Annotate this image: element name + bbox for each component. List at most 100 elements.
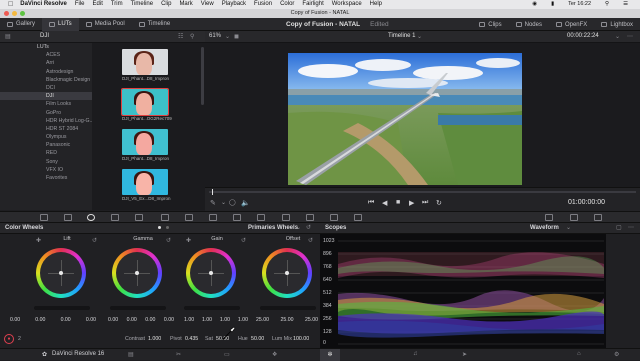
minimize-window-button[interactable] — [12, 11, 17, 16]
gain-reset-icon[interactable]: ↺ — [241, 237, 246, 244]
pen-dropdown-icon[interactable]: ⌄ — [221, 199, 226, 206]
cut-page-icon[interactable]: ✂ — [176, 351, 181, 358]
offset-b-value[interactable]: 25.00 — [305, 317, 318, 323]
rgb-mixer-icon[interactable] — [111, 214, 119, 221]
lut-tree-item[interactable]: Astrodesign — [0, 68, 92, 76]
menu-mark[interactable]: Mark — [179, 0, 192, 9]
gain-b-value[interactable]: 1.00 — [238, 317, 248, 323]
lut-thumbnail[interactable]: DJI_V5_Ex...D8_Impron — [122, 169, 171, 201]
tab-gallery[interactable]: Gallery — [0, 18, 42, 31]
menu-timeline[interactable]: Timeline — [131, 0, 153, 9]
zoom-window-button[interactable] — [20, 11, 25, 16]
info-icon[interactable] — [570, 214, 578, 221]
tab-media-pool[interactable]: Media Pool — [79, 18, 132, 31]
lut-thumbnail[interactable]: DJI_Phant...D8_Impron — [122, 49, 169, 81]
offset-g-value[interactable]: 25.00 — [281, 317, 294, 323]
fusion-page-icon[interactable]: ❖ — [272, 351, 277, 358]
gain-master-slider[interactable] — [184, 306, 240, 310]
color-wheels-icon[interactable] — [87, 214, 95, 221]
gamma-b-value[interactable]: 0.00 — [164, 317, 174, 323]
lift-reset-icon[interactable]: ↺ — [92, 237, 97, 244]
hue-value[interactable]: 50.00 — [251, 336, 264, 342]
play-icon[interactable]: ▶ — [409, 199, 414, 207]
color-page-icon[interactable]: ✼ — [320, 349, 340, 361]
tab-openfx[interactable]: OpenFX — [549, 18, 594, 31]
blur-icon[interactable] — [282, 214, 290, 221]
menu-workspace[interactable]: Workspace — [332, 0, 362, 9]
lut-tree-item[interactable]: Sony — [0, 158, 92, 166]
offset-master-slider[interactable] — [260, 306, 316, 310]
timeline-name[interactable]: Timeline 1 — [388, 33, 415, 39]
menu-fusion[interactable]: Fusion — [254, 0, 272, 9]
lut-tree-item[interactable]: HDR Hybrid Log-G... — [0, 117, 94, 125]
page-dot-icon[interactable] — [166, 226, 169, 229]
gamma-master-slider[interactable] — [110, 306, 166, 310]
timeline-chevron-down-icon[interactable]: ⌄ — [417, 33, 422, 40]
more-options-icon[interactable]: ⋯ — [627, 33, 633, 40]
lift-y-value[interactable]: 0.00 — [10, 317, 20, 323]
lut-tree-root[interactable]: LUTs — [0, 43, 92, 51]
stop-icon[interactable]: ■ — [396, 199, 400, 206]
search-icon[interactable]: ⚲ — [605, 0, 609, 9]
apple-icon[interactable]:  — [8, 0, 13, 9]
viewer-options-icon[interactable]: ◼ — [234, 33, 239, 40]
menu-clip[interactable]: Clip — [161, 0, 171, 9]
zoom-level[interactable]: 61% — [209, 33, 221, 39]
edit-page-icon[interactable]: ▭ — [224, 351, 230, 358]
audio-icon[interactable]: 🔈 — [241, 199, 250, 207]
sizing-icon[interactable] — [330, 214, 338, 221]
motion-effects-icon[interactable] — [135, 214, 143, 221]
scope-type-select[interactable]: Waveform — [530, 225, 559, 231]
skip-to-end-icon[interactable]: ⏭ — [422, 199, 428, 207]
offset-r-value[interactable]: 25.00 — [256, 317, 269, 323]
menu-color[interactable]: Color — [280, 0, 294, 9]
project-settings-icon[interactable]: ⚙ — [614, 351, 619, 358]
tab-timeline[interactable]: Timeline — [132, 18, 177, 31]
page-dot-icon[interactable] — [158, 226, 161, 229]
menu-playback[interactable]: Playback — [222, 0, 246, 9]
scope-chevron-down-icon[interactable]: ⌄ — [566, 224, 571, 231]
pivot-value[interactable]: 0.435 — [185, 336, 198, 342]
menu-list-icon[interactable]: ☰ — [623, 0, 628, 9]
key-icon[interactable] — [306, 214, 314, 221]
gain-y-value[interactable]: 1.00 — [184, 317, 194, 323]
media-page-icon[interactable]: ▤ — [128, 351, 134, 358]
lut-thumbnail[interactable]: DJI_Phant...D8_Impron — [122, 129, 169, 161]
tab-luts[interactable]: LUTs — [42, 17, 79, 31]
play-reverse-icon[interactable]: ◀ — [382, 199, 387, 207]
battery-icon[interactable]: ▮ — [551, 0, 554, 9]
window-icon[interactable] — [209, 214, 217, 221]
menu-trim[interactable]: Trim — [111, 0, 123, 9]
gamma-r-value[interactable]: 0.00 — [127, 317, 137, 323]
lut-search-icon[interactable]: ⚲ — [190, 33, 194, 40]
gamma-g-value[interactable]: 0.00 — [145, 317, 155, 323]
scopes-icon[interactable] — [545, 214, 553, 221]
lut-tree-item[interactable]: GoPro — [0, 109, 92, 117]
close-window-button[interactable] — [4, 11, 9, 16]
tracker-icon[interactable] — [233, 214, 241, 221]
menu-edit[interactable]: Edit — [93, 0, 103, 9]
skip-to-start-icon[interactable]: ⏮ — [368, 199, 374, 207]
lift-r-value[interactable]: 0.00 — [35, 317, 45, 323]
color-match-icon[interactable] — [64, 214, 72, 221]
menu-app[interactable]: DaVinci Resolve — [20, 0, 67, 9]
gain-r-value[interactable]: 1.00 — [202, 317, 212, 323]
scope-options-icon[interactable]: ⋯ — [628, 224, 634, 231]
gamma-reset-icon[interactable]: ↺ — [166, 237, 171, 244]
lift-b-value[interactable]: 0.00 — [86, 317, 96, 323]
scope-expand-icon[interactable]: ▢ — [616, 224, 622, 231]
page-indicator-active[interactable]: ● — [4, 334, 14, 344]
wheel-mode-select[interactable]: Primaries Wheels — [248, 225, 298, 231]
tab-nodes[interactable]: Nodes — [509, 18, 549, 31]
menu-file[interactable]: File — [75, 0, 85, 9]
loop-icon[interactable]: ↻ — [436, 199, 442, 207]
menu-help[interactable]: Help — [370, 0, 382, 9]
contrast-value[interactable]: 1.000 — [148, 336, 161, 342]
playhead[interactable] — [212, 189, 213, 195]
offset-reset-icon[interactable]: ↺ — [308, 237, 313, 244]
lut-tree-item[interactable]: Arri — [0, 59, 92, 67]
timecode-chevron-down-icon[interactable]: ⌄ — [615, 33, 620, 40]
video-frame[interactable] — [288, 53, 522, 185]
metadata-icon[interactable] — [594, 214, 602, 221]
menu-view[interactable]: View — [201, 0, 214, 9]
